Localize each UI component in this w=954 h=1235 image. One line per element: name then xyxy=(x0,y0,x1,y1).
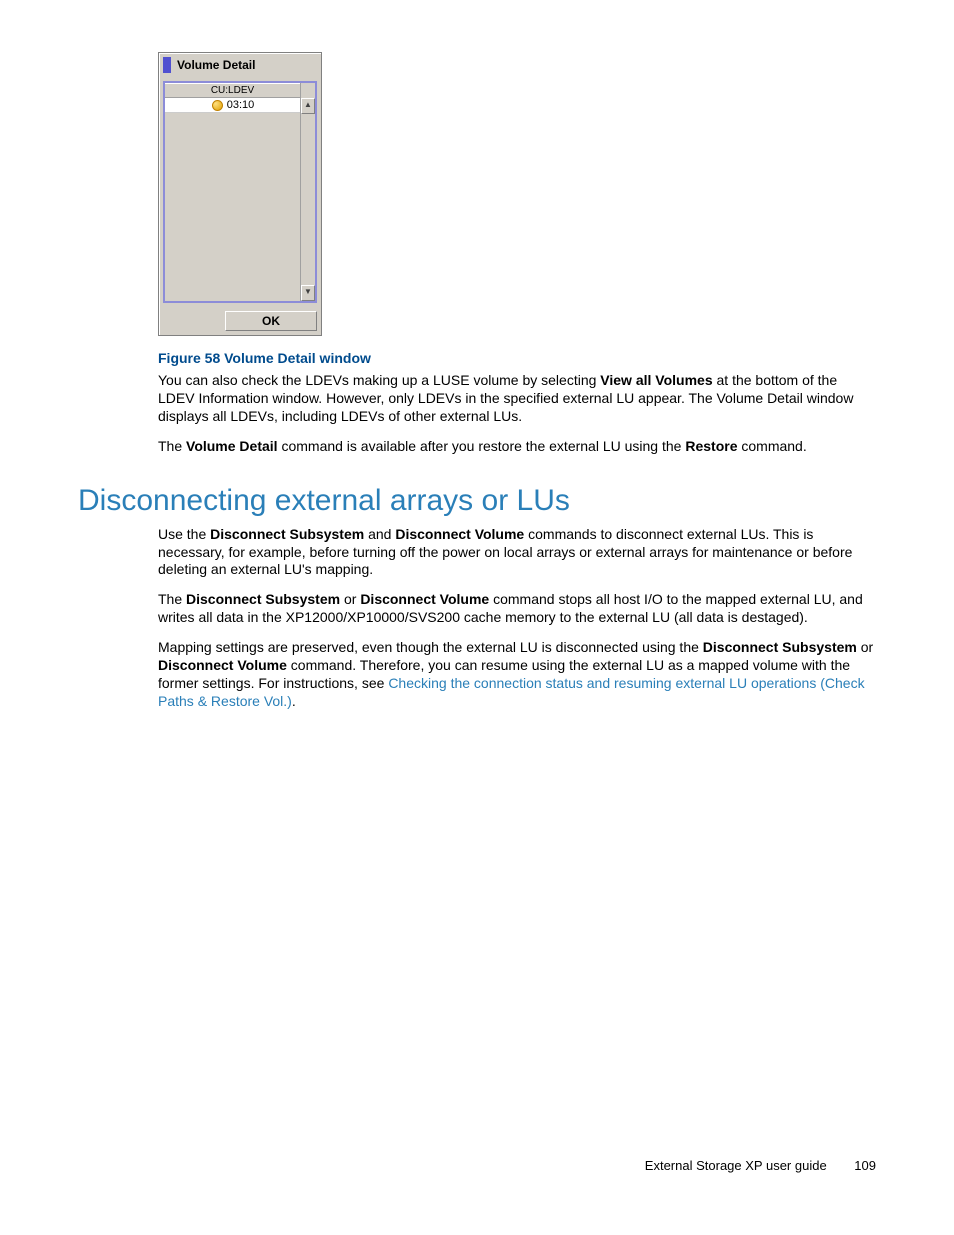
text: or xyxy=(340,591,360,607)
bold: Disconnect Subsystem xyxy=(703,639,857,655)
ldev-list: CU:LDEV 03:10 ▲ ▼ xyxy=(163,81,317,303)
scroll-up-button[interactable]: ▲ xyxy=(301,98,315,114)
dialog-title-text: Volume Detail xyxy=(177,58,255,72)
text: command. xyxy=(737,438,806,454)
text: The xyxy=(158,438,186,454)
bold: Disconnect Subsystem xyxy=(186,591,340,607)
volume-detail-dialog: Volume Detail CU:LDEV 03:10 ▲ ▼ OK xyxy=(158,52,322,336)
list-header: CU:LDEV xyxy=(165,83,301,98)
bold: Restore xyxy=(685,438,737,454)
dialog-titlebar: Volume Detail xyxy=(159,53,321,81)
bold: Volume Detail xyxy=(186,438,278,454)
text: Mapping settings are preserved, even tho… xyxy=(158,639,703,655)
title-accent xyxy=(163,57,171,73)
paragraph-3: Use the Disconnect Subsystem and Disconn… xyxy=(158,526,876,580)
ok-button[interactable]: OK xyxy=(225,311,317,331)
text: command is available after you restore t… xyxy=(278,438,686,454)
bold: View all Volumes xyxy=(600,372,712,388)
bold: Disconnect Volume xyxy=(360,591,489,607)
paragraph-5: Mapping settings are preserved, even tho… xyxy=(158,639,876,711)
list-row[interactable]: 03:10 xyxy=(165,98,301,113)
footer-label: External Storage XP user guide xyxy=(645,1158,827,1173)
bold: Disconnect Volume xyxy=(395,526,524,542)
page-footer: External Storage XP user guide 109 xyxy=(645,1158,876,1173)
text: or xyxy=(857,639,873,655)
scroll-down-button[interactable]: ▼ xyxy=(301,285,315,301)
text: and xyxy=(364,526,395,542)
section-heading: Disconnecting external arrays or LUs xyxy=(78,484,876,518)
text: . xyxy=(292,693,296,709)
text: The xyxy=(158,591,186,607)
scrollbar[interactable]: ▲ ▼ xyxy=(300,83,315,301)
paragraph-2: The Volume Detail command is available a… xyxy=(158,438,876,456)
text: You can also check the LDEVs making up a… xyxy=(158,372,600,388)
page-number: 109 xyxy=(854,1158,876,1173)
paragraph-1: You can also check the LDEVs making up a… xyxy=(158,372,876,426)
volume-icon xyxy=(212,100,223,111)
figure-caption: Figure 58 Volume Detail window xyxy=(158,350,876,366)
list-row-value: 03:10 xyxy=(227,99,255,111)
bold: Disconnect Volume xyxy=(158,657,287,673)
text: Use the xyxy=(158,526,210,542)
paragraph-4: The Disconnect Subsystem or Disconnect V… xyxy=(158,591,876,627)
bold: Disconnect Subsystem xyxy=(210,526,364,542)
